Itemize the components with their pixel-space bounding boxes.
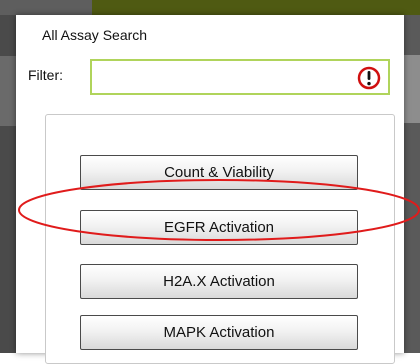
background-app-header-right bbox=[92, 0, 420, 15]
background-app-header-left bbox=[0, 0, 92, 15]
filter-field[interactable] bbox=[90, 59, 390, 95]
assay-list: Count & Viability EGFR Activation H2A.X … bbox=[45, 114, 395, 364]
assay-search-dialog: All Assay Search Filter: Count & Viabili… bbox=[16, 15, 404, 364]
filter-input[interactable] bbox=[96, 64, 356, 90]
background-right-band bbox=[404, 55, 420, 123]
dialog-title: All Assay Search bbox=[42, 27, 148, 43]
assay-button-mapk-activation[interactable]: MAPK Activation bbox=[80, 315, 358, 350]
warning-icon bbox=[357, 66, 381, 90]
assay-button-count-viability[interactable]: Count & Viability bbox=[80, 155, 358, 190]
assay-button-h2ax-activation[interactable]: H2A.X Activation bbox=[80, 264, 358, 299]
filter-label: Filter: bbox=[28, 67, 63, 83]
assay-button-egfr-activation[interactable]: EGFR Activation bbox=[80, 210, 358, 245]
background-left-band bbox=[0, 56, 16, 126]
